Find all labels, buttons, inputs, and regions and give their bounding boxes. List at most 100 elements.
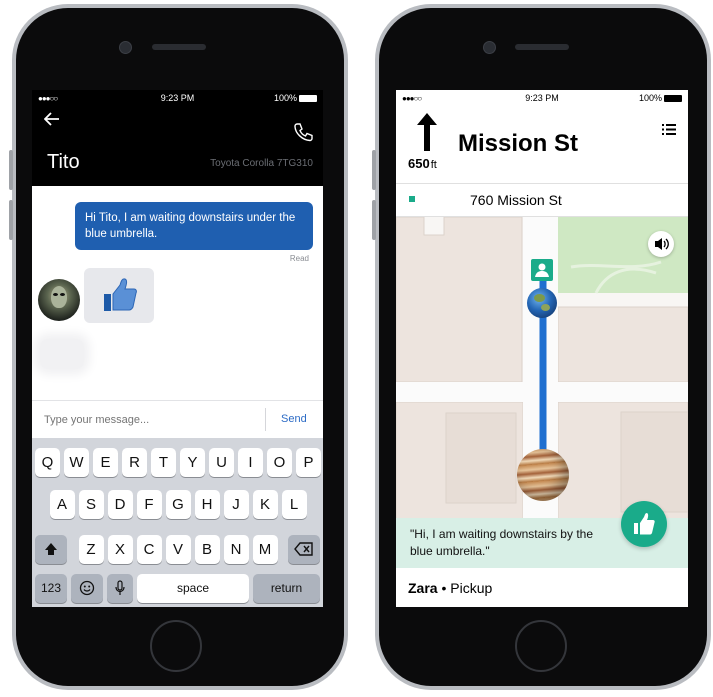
- earpiece: [152, 44, 206, 50]
- return-key[interactable]: return: [253, 574, 320, 603]
- turn-distance: 650ft: [408, 156, 437, 171]
- street-name: Mission St: [458, 130, 579, 157]
- distance-value: 650: [408, 156, 430, 171]
- earpiece: [515, 44, 569, 50]
- key-w[interactable]: W: [64, 448, 89, 477]
- key-g[interactable]: G: [165, 490, 191, 519]
- contact-name: Tito: [47, 151, 80, 173]
- key-u[interactable]: U: [209, 448, 234, 477]
- chat-header: ●●●○○ 9:23 PM 100% Tito Toyota Corolla 7…: [32, 90, 323, 186]
- nav-header: 650ft Mission St: [396, 106, 688, 184]
- read-receipt: Read: [289, 254, 309, 263]
- emoji-icon: [79, 580, 95, 596]
- microphone-icon: [115, 580, 125, 595]
- thumbs-up-button[interactable]: [621, 501, 667, 547]
- key-r[interactable]: R: [122, 448, 147, 477]
- trip-footer: Zara • Pickup: [396, 568, 688, 607]
- volume-button: [372, 200, 376, 240]
- map-block: [396, 217, 523, 383]
- space-key[interactable]: space: [137, 574, 249, 603]
- menu-icon[interactable]: [662, 124, 676, 135]
- key-x[interactable]: X: [107, 535, 133, 564]
- backspace-icon: [294, 542, 313, 556]
- key-e[interactable]: E: [93, 448, 118, 477]
- trip-info: Zara • Pickup: [408, 580, 492, 596]
- destination-bar: 760 Mission St: [396, 184, 688, 217]
- home-button[interactable]: [150, 620, 202, 672]
- banner-quote: "Hi, I am waiting downstairs by the blue…: [410, 527, 593, 558]
- key-s[interactable]: S: [78, 490, 104, 519]
- battery-percent: 100%: [273, 93, 297, 103]
- send-button[interactable]: Send: [281, 413, 307, 425]
- volume-button: [372, 150, 376, 190]
- shift-key[interactable]: [35, 535, 67, 564]
- key-d[interactable]: D: [107, 490, 133, 519]
- keyboard: QWERTYUIOP ASDFGHJKL ZXCVBNM 123 space r…: [32, 438, 323, 607]
- avatar-face: [51, 286, 67, 308]
- avatar-eye: [53, 293, 58, 296]
- key-i[interactable]: I: [238, 448, 263, 477]
- home-button[interactable]: [515, 620, 567, 672]
- battery-icon: [299, 95, 317, 103]
- pickup-pin: [531, 259, 553, 281]
- backspace-key[interactable]: [288, 535, 320, 564]
- key-k[interactable]: K: [252, 490, 278, 519]
- key-y[interactable]: Y: [180, 448, 205, 477]
- front-camera: [119, 41, 132, 54]
- key-o[interactable]: O: [267, 448, 292, 477]
- navigation-screen: ●●●○○ 9:23 PM 100% 650ft Mission St 760 …: [396, 90, 688, 607]
- shift-icon: [45, 543, 57, 555]
- phone-icon[interactable]: [293, 122, 313, 142]
- status-bar: ●●●○○ 9:23 PM 100%: [32, 90, 323, 106]
- key-t[interactable]: T: [151, 448, 176, 477]
- back-arrow-icon[interactable]: [44, 112, 60, 126]
- destination-marker: [409, 196, 415, 202]
- thumbs-up-icon: [104, 278, 137, 311]
- rider-marker: [517, 449, 569, 501]
- key-b[interactable]: B: [194, 535, 220, 564]
- trip-status: Pickup: [450, 580, 493, 596]
- key-p[interactable]: P: [296, 448, 321, 477]
- blurred-bubble: [40, 339, 84, 369]
- key-c[interactable]: C: [136, 535, 162, 564]
- chat-screen: ●●●○○ 9:23 PM 100% Tito Toyota Corolla 7…: [32, 90, 323, 607]
- volume-button: [9, 150, 13, 190]
- key-f[interactable]: F: [136, 490, 162, 519]
- key-v[interactable]: V: [165, 535, 191, 564]
- battery-percent: 100%: [638, 93, 662, 103]
- turn-arrow-icon: [417, 113, 437, 151]
- key-a[interactable]: A: [49, 490, 75, 519]
- message-input[interactable]: [42, 409, 256, 431]
- avatar: [38, 279, 80, 321]
- key-m[interactable]: M: [252, 535, 278, 564]
- thumbs-up-icon: [634, 513, 655, 535]
- driver-marker: [527, 288, 557, 318]
- key-n[interactable]: N: [223, 535, 249, 564]
- avatar-eye: [60, 293, 65, 296]
- person-icon: [535, 263, 549, 277]
- key-l[interactable]: L: [281, 490, 307, 519]
- key-h[interactable]: H: [194, 490, 220, 519]
- key-j[interactable]: J: [223, 490, 249, 519]
- destination-address: 760 Mission St: [470, 192, 562, 208]
- composer-divider: [265, 408, 266, 431]
- key-q[interactable]: Q: [35, 448, 60, 477]
- volume-button: [9, 200, 13, 240]
- key-z[interactable]: Z: [78, 535, 104, 564]
- speaker-button[interactable]: [648, 231, 674, 257]
- composer-bar: Send: [32, 400, 323, 438]
- map-block: [557, 306, 688, 383]
- thumbs-up-message: [84, 268, 154, 323]
- sent-message-bubble: Hi Tito, I am waiting downstairs under t…: [75, 202, 313, 250]
- dictation-key[interactable]: [107, 574, 133, 603]
- speaker-icon: [655, 238, 669, 250]
- sent-message-text: Hi Tito, I am waiting downstairs under t…: [85, 212, 296, 240]
- map-block: [445, 412, 517, 504]
- battery-icon: [664, 95, 682, 103]
- chat-body: Hi Tito, I am waiting downstairs under t…: [32, 186, 323, 400]
- vehicle-info: Toyota Corolla 7TG310: [210, 158, 313, 169]
- emoji-key[interactable]: [71, 574, 103, 603]
- rider-name: Zara: [408, 580, 438, 596]
- numbers-key[interactable]: 123: [35, 574, 67, 603]
- front-camera: [483, 41, 496, 54]
